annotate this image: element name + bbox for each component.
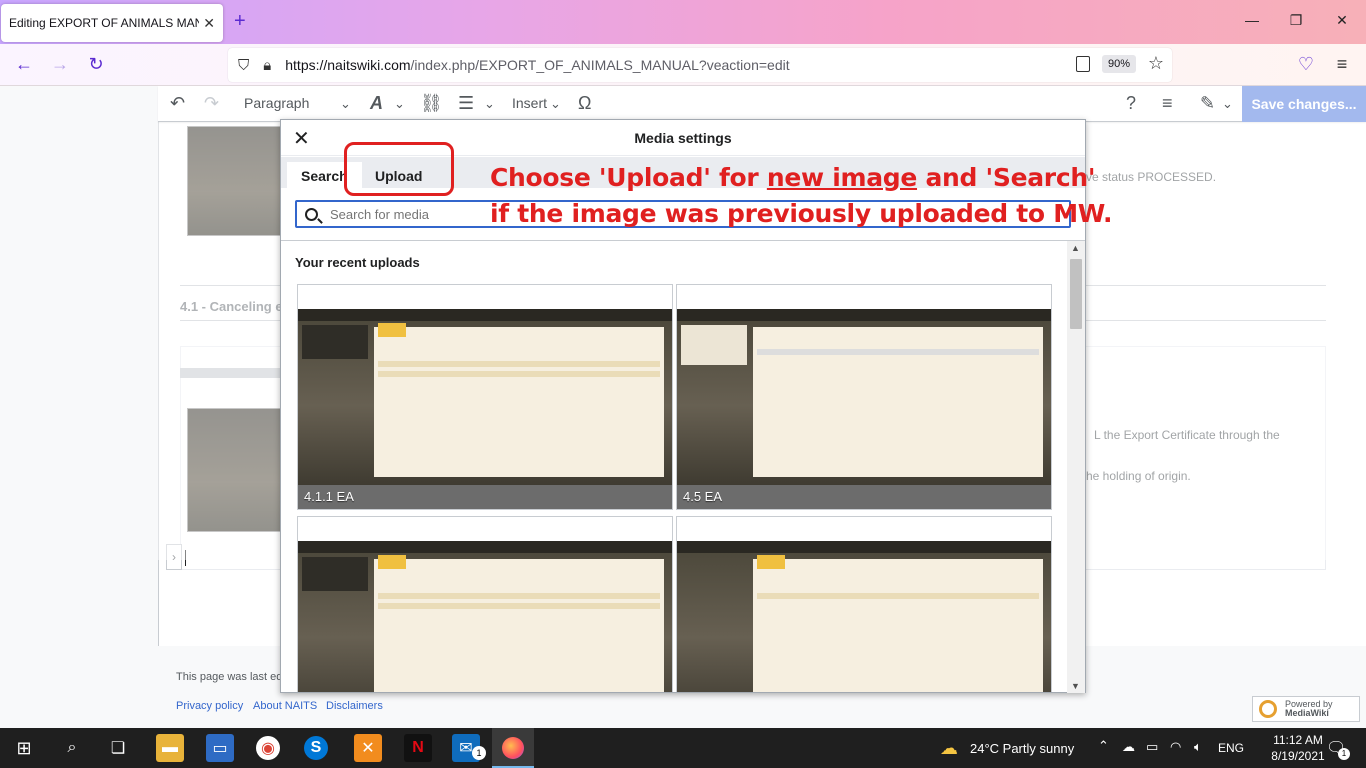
media-result-item[interactable] <box>676 516 1052 692</box>
undo-icon[interactable]: ↶ <box>170 93 185 114</box>
tab-title: Editing EXPORT OF ANIMALS MANUAL <box>9 16 199 30</box>
netflix-icon[interactable]: N <box>404 734 432 762</box>
mediawiki-logo-icon <box>1259 700 1277 718</box>
media-results-grid: 4.1.1 EA 4.5 EA <box>297 284 1053 692</box>
reader-view-icon[interactable] <box>1076 56 1090 72</box>
weather-text[interactable]: 24°C Partly sunny <box>970 741 1074 756</box>
media-thumbnail <box>298 541 672 692</box>
chrome-icon[interactable]: ◉ <box>256 736 280 760</box>
footer-link-about[interactable]: About NAITS <box>253 700 317 712</box>
search-icon[interactable]: ⌕ <box>58 734 86 762</box>
redo-icon[interactable]: ↷ <box>204 93 219 114</box>
media-thumbnail <box>677 541 1051 692</box>
mail-badge: 1 <box>472 746 486 760</box>
dialog-separator <box>281 240 1085 241</box>
browser-tab-active[interactable]: Editing EXPORT OF ANIMALS MANUAL ✕ <box>1 4 223 42</box>
skype-icon[interactable]: S <box>304 736 328 760</box>
link-icon[interactable]: ⛓ <box>420 93 443 114</box>
search-icon <box>305 207 318 221</box>
onedrive-icon[interactable]: ☁ <box>1122 739 1135 755</box>
new-tab-button[interactable]: + <box>234 10 246 32</box>
minimize-icon[interactable]: — <box>1242 12 1262 28</box>
wifi-icon[interactable]: ◠ <box>1170 739 1181 755</box>
firefox-icon[interactable] <box>492 728 534 768</box>
menu-icon[interactable]: ≡ <box>1330 54 1354 74</box>
media-thumbnail <box>677 309 1051 485</box>
bookmark-star-icon[interactable]: ☆ <box>1148 53 1164 74</box>
xampp-icon[interactable]: ✕ <box>354 734 382 762</box>
chevron-down-icon[interactable]: ⌄ <box>550 96 561 112</box>
edit-pencil-icon[interactable]: ✎ <box>1200 93 1215 114</box>
chevron-down-icon[interactable]: ⌄ <box>1222 96 1233 112</box>
lock-icon[interactable]: 🔒︎ <box>263 57 271 74</box>
pocket-icon[interactable]: ♡ <box>1294 54 1318 74</box>
media-result-item[interactable]: 4.5 EA <box>676 284 1052 510</box>
zoom-level-badge[interactable]: 90% <box>1101 55 1136 73</box>
shield-icon[interactable]: ⛉ <box>238 57 249 74</box>
taskbar-clock[interactable]: 11:12 AM 8/19/2021 <box>1270 732 1326 764</box>
remote-desktop-icon[interactable]: ▭ <box>206 734 234 762</box>
footer-link-privacy[interactable]: Privacy policy <box>176 700 243 712</box>
windows-start-icon[interactable]: ⊞ <box>10 734 38 762</box>
save-changes-button[interactable]: Save changes... <box>1242 86 1366 122</box>
back-arrow-icon[interactable]: ← <box>12 54 36 74</box>
recent-uploads-heading: Your recent uploads <box>295 255 420 270</box>
text-style-icon[interactable]: A <box>370 93 383 114</box>
media-result-item[interactable] <box>297 516 673 692</box>
browser-nav-bar: ← → ↻ ⛉ 🔒︎ https://naitswiki.com/index.p… <box>0 44 1366 86</box>
browser-tab-bar: Editing EXPORT OF ANIMALS MANUAL ✕ + — ❐… <box>0 0 1366 44</box>
media-result-item[interactable]: 4.1.1 EA <box>297 284 673 510</box>
list-icon[interactable]: ☰ <box>458 93 474 114</box>
volume-icon[interactable]: 🔈︎ <box>1194 739 1202 755</box>
paragraph-format-dropdown[interactable]: Paragraph <box>244 95 309 111</box>
footer-last-edited: This page was last ed <box>176 671 283 683</box>
page-options-icon[interactable]: ≡ <box>1162 93 1173 114</box>
annotation-text: Choose 'Upload' for new image and 'Searc… <box>490 163 1113 228</box>
scroll-up-icon[interactable]: ▲ <box>1071 243 1080 253</box>
restore-icon[interactable]: ❐ <box>1286 12 1306 29</box>
task-view-icon[interactable]: ❏ <box>104 734 132 762</box>
file-explorer-icon[interactable]: ▬ <box>156 734 184 762</box>
scrollbar-thumb[interactable] <box>1070 259 1082 329</box>
window-close-icon[interactable]: ✕ <box>1332 12 1352 29</box>
help-icon[interactable]: ? <box>1126 93 1136 114</box>
dialog-scrollbar[interactable]: ▲ ▼ <box>1067 241 1085 693</box>
media-thumbnail <box>298 309 672 485</box>
footer-link-disclaimers[interactable]: Disclaimers <box>326 700 383 712</box>
reload-icon[interactable]: ↻ <box>84 54 108 74</box>
chevron-down-icon[interactable]: ⌄ <box>394 96 405 112</box>
media-caption: 4.1.1 EA <box>298 485 672 509</box>
insert-menu[interactable]: Insert <box>512 95 547 111</box>
battery-icon[interactable]: ▭ <box>1146 739 1158 755</box>
language-indicator[interactable]: ENG <box>1218 741 1244 755</box>
scroll-down-icon[interactable]: ▼ <box>1071 681 1080 691</box>
forward-arrow-icon[interactable]: → <box>48 54 72 74</box>
annotation-highlight-circle <box>344 142 454 196</box>
weather-sun-icon[interactable]: ☁ <box>940 738 958 759</box>
url-bar[interactable]: ⛉ 🔒︎ https://naitswiki.com/index.php/EXP… <box>228 48 1172 82</box>
editor-toolbar: ↶ ↷ Paragraph ⌄ A ⌄ ⛓ ☰ ⌄ Insert ⌄ Ω ? ≡… <box>158 86 1366 122</box>
special-character-icon[interactable]: Ω <box>578 93 591 114</box>
url-text[interactable]: https://naitswiki.com/index.php/EXPORT_O… <box>285 57 789 73</box>
tab-close-icon[interactable]: ✕ <box>203 15 215 32</box>
chevron-down-icon[interactable]: ⌄ <box>340 96 351 112</box>
chevron-down-icon[interactable]: ⌄ <box>484 96 495 112</box>
windows-taskbar: ⊞ ⌕ ❏ ▬ ▭ ◉ S ✕ N ✉ 1 ☁ 24°C Partly sunn… <box>0 728 1366 768</box>
notification-badge: 1 <box>1338 748 1350 760</box>
tray-chevron-up-icon[interactable]: ⌃ <box>1098 738 1109 754</box>
media-caption: 4.5 EA <box>677 485 1051 509</box>
powered-by-mediawiki-badge[interactable]: Powered by MediaWiki <box>1252 696 1360 722</box>
